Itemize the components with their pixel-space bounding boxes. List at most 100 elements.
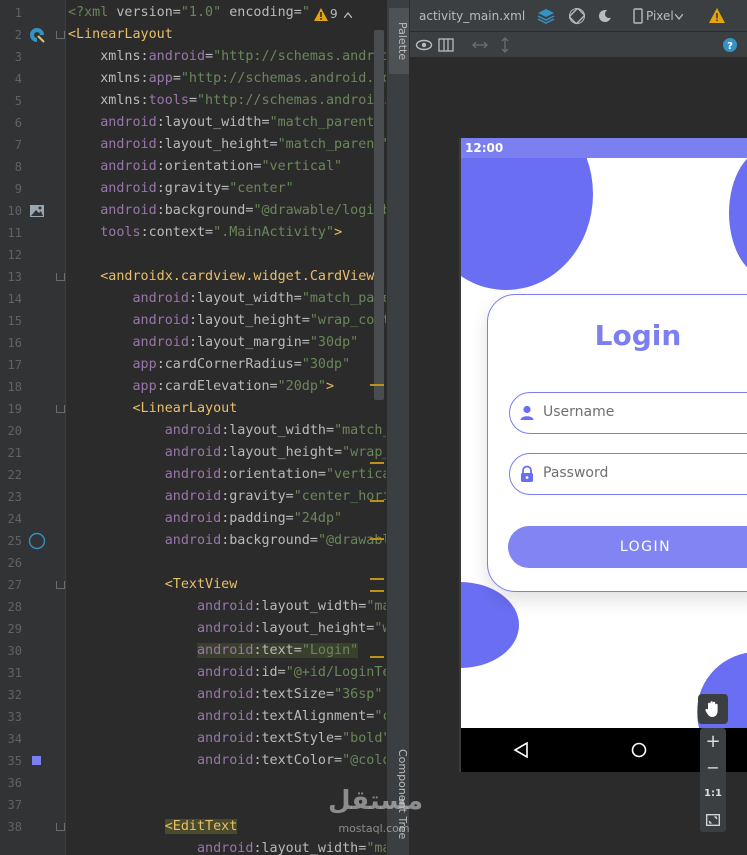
code-token: android — [100, 137, 157, 152]
code-token: :layout_margin= — [188, 335, 310, 350]
help-icon[interactable]: ? — [721, 36, 739, 54]
phone-preview[interactable]: 12:00 Login Username Password LOGIN — [459, 138, 747, 772]
device-icon[interactable] — [629, 7, 647, 25]
line-number: 28 — [7, 600, 22, 614]
line-number: 35 — [7, 754, 22, 768]
device-selector[interactable]: Pixel — [646, 9, 674, 23]
code-token: :layout_height= — [156, 137, 278, 152]
line-number: 33 — [7, 710, 22, 724]
code-token: :textAlignment= — [253, 709, 375, 724]
tool-window-strip: Palette Component Tree — [386, 0, 410, 855]
tab-palette[interactable]: Palette — [389, 8, 409, 74]
eye-icon[interactable] — [415, 36, 433, 54]
horizontal-resize-icon[interactable] — [471, 36, 489, 54]
line-number: 3 — [14, 50, 22, 64]
line-number: 20 — [7, 424, 22, 438]
code-line: app:cardCornerRadius="30dp" — [68, 354, 351, 376]
status-time: 12:00 — [465, 141, 504, 155]
code-token: android — [197, 621, 254, 636]
fold-marker[interactable] — [56, 398, 65, 420]
pan-tool-button[interactable] — [698, 694, 728, 724]
line-number-gutter[interactable]: 1 2 3 4 5 6 7 8 9 10 11 12 13 14 15 16 17 18 19 20 21 22 23 24 2… — [0, 0, 66, 855]
code-token: > — [334, 225, 343, 240]
line-number: 5 — [14, 94, 22, 108]
editor-scrollbar[interactable] — [374, 30, 384, 400]
warning-icon[interactable] — [709, 8, 727, 26]
code-token: > — [326, 379, 335, 394]
password-field[interactable]: Password — [509, 453, 747, 495]
code-token: "@+id/LoginTe — [285, 665, 386, 680]
code-token: android — [100, 115, 157, 130]
fold-marker[interactable] — [56, 816, 65, 838]
warning-marker[interactable] — [370, 462, 384, 464]
file-name-tab[interactable]: activity_main.xml — [419, 9, 525, 23]
warning-marker[interactable] — [370, 500, 384, 502]
code-token: <LinearLayout — [132, 401, 238, 416]
code-token: :layout_width= — [253, 841, 367, 855]
home-icon[interactable] — [631, 742, 647, 758]
login-button[interactable]: LOGIN — [508, 526, 747, 568]
layers-icon[interactable] — [537, 7, 555, 25]
back-icon[interactable] — [513, 742, 529, 758]
code-token: android — [132, 313, 189, 328]
code-token: android — [197, 709, 254, 724]
zoom-out-button[interactable]: − — [700, 756, 726, 780]
code-token: :textColor= — [253, 753, 343, 768]
line-number: 31 — [7, 666, 22, 680]
code-line: android:id="@+id/LoginTe — [68, 662, 386, 684]
line-number: 34 — [7, 732, 22, 746]
code-token: app — [148, 71, 173, 86]
code-editor[interactable]: 1 2 3 4 5 6 7 8 9 10 11 12 13 14 15 16 17 18 19 20 21 22 23 24 2… — [0, 0, 386, 855]
login-title: Login — [594, 319, 682, 352]
color-swatch-icon[interactable] — [28, 752, 46, 770]
warning-marker[interactable] — [370, 538, 384, 540]
image-icon[interactable] — [28, 202, 46, 220]
code-token: "match_parent" — [269, 115, 383, 130]
code-token: :id= — [253, 665, 286, 680]
code-token: "24dp" — [293, 511, 343, 526]
code-line: android:textColor="@colo — [68, 750, 386, 772]
activity-icon[interactable] — [28, 26, 46, 44]
code-token: "w — [374, 621, 386, 636]
zoom-to-fit-icon[interactable] — [706, 814, 720, 826]
code-token: "wrap_ — [342, 445, 386, 460]
line-number: 17 — [7, 358, 22, 372]
warning-marker[interactable] — [370, 578, 384, 580]
line-number: 26 — [7, 556, 22, 570]
code-token: android — [197, 753, 254, 768]
zoom-actual-size-button[interactable]: 1:1 — [700, 782, 726, 806]
line-number: 12 — [7, 248, 22, 262]
code-token: android — [197, 687, 254, 702]
code-line: android:layout_width="match_ — [68, 420, 386, 442]
line-number: 2 — [14, 28, 22, 42]
warning-marker[interactable] — [370, 656, 384, 658]
code-token: = — [188, 93, 197, 108]
blueprint-icon[interactable] — [437, 36, 455, 54]
theme-icon[interactable] — [597, 7, 615, 25]
fold-marker[interactable] — [56, 266, 65, 288]
orientation-icon[interactable] — [568, 7, 586, 25]
username-field[interactable]: Username — [509, 392, 747, 434]
zoom-in-button[interactable]: + — [700, 730, 726, 754]
code-token: <?xml — [68, 5, 117, 20]
fold-marker[interactable] — [56, 24, 65, 46]
code-token: xmlns: — [100, 49, 149, 64]
code-line: android:gravity="center_hori — [68, 486, 386, 508]
code-token: "1.0" — [180, 5, 230, 20]
chevron-up-icon — [344, 12, 352, 18]
warning-marker[interactable] — [370, 590, 384, 592]
code-area[interactable]: <?xml version="1.0" encoding=" <LinearLay… — [68, 0, 386, 855]
code-token: :layout_height= — [253, 621, 375, 636]
warning-marker[interactable] — [370, 384, 384, 386]
vertical-resize-icon[interactable] — [496, 36, 514, 54]
code-line: android:layout_height="w — [68, 618, 386, 640]
code-line: xmlns:tools="http://schemas.android. — [68, 90, 386, 112]
fold-marker[interactable] — [56, 574, 65, 596]
drawable-preview-icon[interactable] — [28, 532, 46, 550]
code-token: "20dp" — [277, 379, 326, 394]
line-number: 9 — [14, 182, 22, 196]
